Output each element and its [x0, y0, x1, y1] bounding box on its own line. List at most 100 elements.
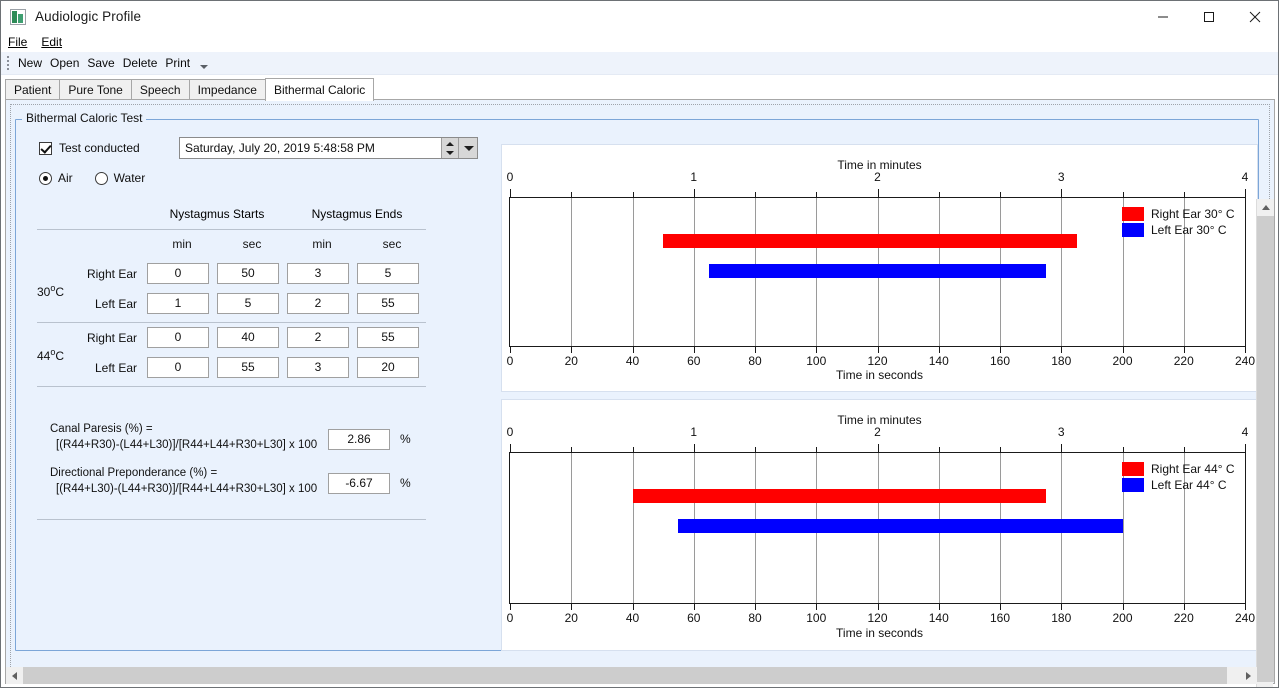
scroll-left-arrow-icon[interactable]	[6, 667, 23, 684]
gridline-20	[571, 453, 572, 603]
top-tick-220	[1184, 447, 1185, 452]
subheader-end-sec: sec	[382, 237, 402, 251]
scroll-right-arrow-icon[interactable]	[1240, 667, 1257, 684]
directional-preponderance-formula: Directional Preponderance (%) = [(R44+L3…	[50, 465, 317, 497]
input-l30-start-min[interactable]: 1	[147, 293, 209, 314]
bottom-tick-140	[939, 347, 940, 353]
test-conducted-checkbox[interactable]	[39, 141, 52, 155]
bottom-tick-80	[755, 347, 756, 353]
top-tick-140	[939, 447, 940, 452]
top-tick-120	[878, 444, 879, 452]
input-r44-start-min[interactable]: 0	[147, 327, 209, 348]
toolbar-grip-icon[interactable]	[4, 55, 12, 71]
window-title: Audiologic Profile	[35, 9, 142, 24]
bottom-axis-tick-label-100: 100	[806, 354, 827, 368]
minute-gridline-3	[1061, 198, 1062, 346]
legend-item-left-ear-44c: Left Ear 44° C	[1122, 478, 1235, 492]
vertical-scroll-thumb[interactable]	[1257, 216, 1274, 682]
legend-label-left-ear-44c: Left Ear 44° C	[1151, 478, 1227, 492]
spinner-down-icon[interactable]	[442, 148, 458, 158]
maximize-button[interactable]	[1186, 1, 1232, 32]
tab-patient[interactable]: Patient	[5, 79, 61, 100]
menu-item-file[interactable]: File	[1, 32, 34, 52]
top-tick-100	[816, 447, 817, 452]
top-tick-240	[1245, 189, 1246, 197]
minimize-button[interactable]	[1140, 1, 1186, 32]
bottom-tick-180	[1061, 347, 1062, 353]
tab-pure-tone[interactable]: Pure Tone	[59, 79, 132, 100]
bottom-axis-tick-label-140: 140	[928, 354, 949, 368]
bottom-tick-20	[571, 347, 572, 353]
toolbar-open-button[interactable]: Open	[46, 52, 83, 74]
tab-speech[interactable]: Speech	[130, 79, 190, 100]
bottom-axis-tick-label-40: 40	[625, 354, 640, 368]
toolbar-overflow-chevron-icon[interactable]	[198, 54, 210, 72]
row-label-right-ear-44: Right Ear	[86, 331, 137, 345]
close-button[interactable]	[1232, 1, 1278, 32]
scroll-up-arrow-icon[interactable]	[1257, 199, 1274, 216]
input-l44-end-min[interactable]: 3	[287, 357, 349, 378]
bar-right-ear-30-c	[663, 234, 1077, 248]
top-tick-200	[1123, 447, 1124, 452]
input-l44-start-min[interactable]: 0	[147, 357, 209, 378]
input-r30-start-sec[interactable]: 50	[217, 263, 279, 284]
chart-44c-bottom-axis-title: Time in seconds	[836, 626, 923, 640]
bithermal-caloric-test-groupbox: Bithermal Caloric Test Test conducted Sa…	[15, 111, 1259, 651]
top-tick-40	[633, 192, 634, 197]
menu-bar: File Edit	[1, 32, 1278, 52]
input-r30-end-sec[interactable]: 5	[357, 263, 419, 284]
toolbar-print-button[interactable]: Print	[161, 52, 194, 74]
radio-air[interactable]	[39, 171, 52, 185]
bottom-axis-tick-label-20: 20	[564, 354, 578, 368]
input-r44-start-sec[interactable]: 40	[217, 327, 279, 348]
input-l44-start-sec[interactable]: 55	[217, 357, 279, 378]
spinner-up-icon[interactable]	[442, 138, 458, 148]
top-axis-tick-label-2: 2	[874, 170, 881, 184]
title-bar: Audiologic Profile	[1, 1, 1278, 32]
bar-left-ear-44-c	[678, 519, 1123, 533]
bottom-tick-240	[1245, 604, 1246, 610]
horizontal-scroll-thumb[interactable]	[23, 667, 1227, 684]
toolbar-delete-button[interactable]: Delete	[119, 52, 162, 74]
horizontal-scrollbar[interactable]	[6, 667, 1257, 684]
subheader-end-min: min	[312, 237, 332, 251]
top-tick-140	[939, 192, 940, 197]
input-l30-start-sec[interactable]: 5	[217, 293, 279, 314]
chart-panel-44c: Time in minutes Time in seconds Right Ea…	[501, 399, 1258, 651]
window-controls	[1140, 1, 1278, 32]
directional-preponderance-value[interactable]: -6.67	[328, 473, 390, 494]
toolbar-save-button[interactable]: Save	[83, 52, 118, 74]
test-conducted-label: Test conducted	[59, 141, 140, 155]
tab-bithermal-caloric[interactable]: Bithermal Caloric	[264, 78, 375, 101]
input-l30-end-sec[interactable]: 55	[357, 293, 419, 314]
input-r44-end-sec[interactable]: 55	[357, 327, 419, 348]
bottom-axis-tick-label-80: 80	[748, 611, 762, 625]
application-window: Audiologic Profile File Edit New Open Sa…	[0, 0, 1279, 688]
canal-paresis-value[interactable]: 2.86	[328, 429, 390, 450]
tab-page-bithermal-caloric: Bithermal Caloric Test Test conducted Sa…	[5, 99, 1275, 687]
tab-impedance[interactable]: Impedance	[188, 79, 266, 100]
calculations-divider	[37, 519, 426, 520]
bottom-tick-160	[1000, 347, 1001, 353]
bottom-tick-40	[633, 604, 634, 610]
chart-panel-30c: Time in minutes Time in seconds Right Ea…	[501, 144, 1258, 392]
chart-44c-legend: Right Ear 44° C Left Ear 44° C	[1122, 462, 1235, 492]
input-r30-end-min[interactable]: 3	[287, 263, 349, 284]
input-r44-end-min[interactable]: 2	[287, 327, 349, 348]
input-r30-start-min[interactable]: 0	[147, 263, 209, 284]
menu-item-edit[interactable]: Edit	[34, 32, 69, 52]
datetime-dropdown-chevron-icon[interactable]	[458, 138, 477, 158]
vertical-scrollbar[interactable]	[1256, 199, 1274, 687]
top-tick-40	[633, 447, 634, 452]
toolbar-new-button[interactable]: New	[14, 52, 46, 74]
top-tick-20	[571, 192, 572, 197]
datetime-value[interactable]: Saturday, July 20, 2019 5:48:58 PM	[180, 138, 441, 158]
top-axis-tick-label-1: 1	[690, 170, 698, 184]
table-divider-middle	[37, 322, 426, 323]
subheader-start-sec: sec	[242, 237, 262, 251]
input-l44-end-sec[interactable]: 20	[357, 357, 419, 378]
input-l30-end-min[interactable]: 2	[287, 293, 349, 314]
radio-water[interactable]	[94, 171, 108, 185]
datetime-picker[interactable]: Saturday, July 20, 2019 5:48:58 PM	[179, 137, 478, 159]
datetime-spinner[interactable]	[441, 138, 458, 158]
